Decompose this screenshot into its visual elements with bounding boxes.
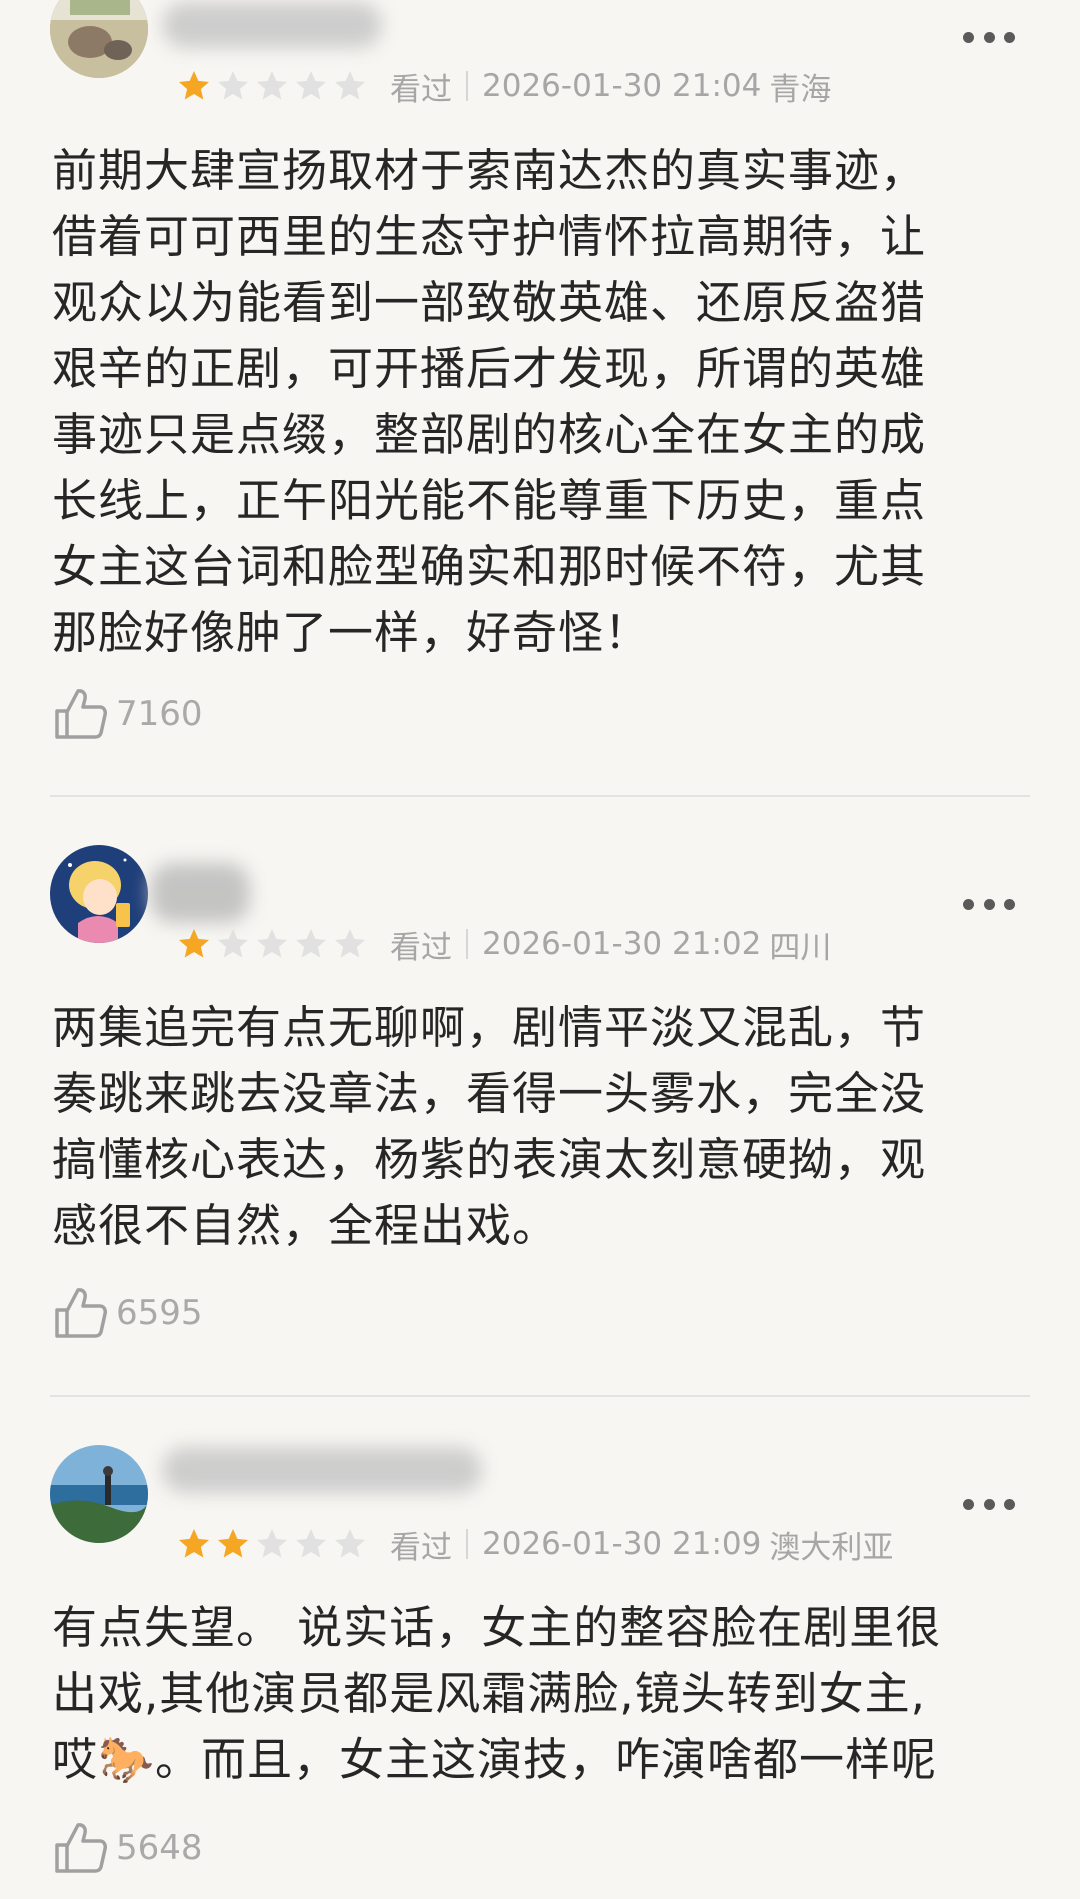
review-datetime: 2026-01-30 21:09 [482, 1526, 762, 1562]
watch-status: 看过 [390, 1529, 452, 1566]
star-filled-icon [179, 71, 209, 100]
thumbs-up-icon[interactable] [52, 1284, 110, 1342]
star-filled-icon [218, 1529, 248, 1558]
like-row: 7160 [52, 684, 203, 744]
review-text: 前期大肆宣扬取材于索南达杰的真实事迹， 借着可可西里的生态守护情怀拉高期待，让 … [52, 144, 927, 659]
divider [466, 71, 468, 101]
review-divider [50, 1395, 1030, 1397]
review-meta: 看过 2026-01-30 21:09 澳大利亚 [176, 1524, 894, 1566]
review-datetime: 2026-01-30 21:04 [482, 68, 762, 104]
thumbs-up-icon[interactable] [52, 1819, 110, 1877]
avatar[interactable] [50, 845, 148, 943]
star-empty-icon [335, 929, 365, 958]
review-text: 有点失望。 说实话，女主的整容脸在剧里很 出戏,其他演员都是风霜满脸,镜头转到女… [52, 1601, 942, 1786]
more-options-button[interactable] [963, 897, 1015, 911]
review-text: 两集追完有点无聊啊，剧情平淡又混乱，节 奏跳来跳去没章法，看得一头雾水，完全没 … [52, 1001, 927, 1252]
star-empty-icon [296, 929, 326, 958]
watch-status: 看过 [390, 71, 452, 108]
review-card: 看过 2026-01-30 21:04 青海 前期大肆宣扬取材于索南达杰的真实事… [0, 0, 1080, 800]
avatar[interactable] [50, 1445, 148, 1543]
username-blurred [162, 2, 382, 48]
like-count: 7160 [116, 694, 203, 734]
star-rating [176, 68, 368, 104]
divider [466, 1529, 468, 1559]
like-count: 5648 [116, 1828, 203, 1868]
star-filled-icon [179, 1529, 209, 1558]
star-filled-icon [179, 929, 209, 958]
star-empty-icon [335, 71, 365, 100]
review-card: 看过 2026-01-30 21:09 澳大利亚 有点失望。 说实话，女主的整容… [0, 1445, 1080, 1899]
star-empty-icon [257, 71, 287, 100]
star-empty-icon [218, 71, 248, 100]
like-row: 5648 [52, 1818, 203, 1878]
star-empty-icon [218, 929, 248, 958]
username-blurred [150, 863, 250, 923]
review-meta: 看过 2026-01-30 21:02 四川 [176, 924, 832, 966]
divider [466, 929, 468, 959]
thumbs-up-icon[interactable] [52, 685, 110, 743]
star-empty-icon [335, 1529, 365, 1558]
like-row: 6595 [52, 1283, 203, 1343]
review-location: 四川 [769, 929, 832, 966]
star-rating [176, 1526, 368, 1562]
star-rating [176, 926, 368, 962]
review-divider [50, 795, 1030, 797]
avatar[interactable] [50, 0, 148, 78]
more-options-button[interactable] [963, 1497, 1015, 1511]
star-empty-icon [257, 929, 287, 958]
review-datetime: 2026-01-30 21:02 [482, 926, 762, 962]
username-blurred [162, 1447, 482, 1493]
review-meta: 看过 2026-01-30 21:04 青海 [176, 66, 832, 108]
watch-status: 看过 [390, 929, 452, 966]
like-count: 6595 [116, 1293, 203, 1333]
more-options-button[interactable] [963, 30, 1015, 44]
star-empty-icon [296, 1529, 326, 1558]
star-empty-icon [296, 71, 326, 100]
star-empty-icon [257, 1529, 287, 1558]
review-card: 看过 2026-01-30 21:02 四川 两集追完有点无聊啊，剧情平淡又混乱… [0, 845, 1080, 1395]
review-location: 澳大利亚 [769, 1529, 894, 1566]
review-location: 青海 [769, 71, 832, 108]
